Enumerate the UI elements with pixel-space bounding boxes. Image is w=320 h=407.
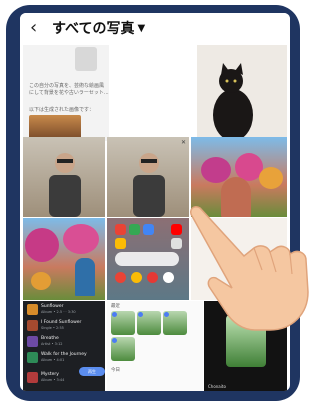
portrait-photo-tile[interactable] bbox=[23, 137, 105, 217]
gallery-header: ‹ すべての写真 ▼ bbox=[20, 13, 290, 43]
play-button[interactable]: 再生 bbox=[79, 367, 105, 376]
cat-photo bbox=[213, 63, 253, 141]
app-icon bbox=[163, 272, 174, 283]
empty-tile bbox=[110, 45, 196, 141]
list-item: Sunflower Album • 2.5 ⋯ 3:30 bbox=[27, 303, 103, 317]
app-icon bbox=[147, 272, 158, 283]
check-icon bbox=[112, 338, 117, 343]
generated-image-preview bbox=[29, 115, 81, 139]
flower-painting-tile[interactable] bbox=[23, 218, 105, 300]
close-icon[interactable]: ✕ bbox=[181, 139, 186, 146]
chat-text-line: 以下は生成された画像です： bbox=[29, 107, 95, 113]
homescreen-screenshot-tile[interactable] bbox=[107, 218, 189, 300]
flower-cluster bbox=[31, 272, 51, 290]
app-icon bbox=[115, 224, 126, 235]
music-screenshot-tile[interactable]: Sunflower Album • 2.5 ⋯ 3:30 I Found Sun… bbox=[23, 301, 105, 391]
list-item: I Found Sunflower Single • 2:55 bbox=[27, 319, 103, 333]
video-caption: Chonaito bbox=[208, 384, 226, 389]
caret-down-icon[interactable]: ▼ bbox=[137, 23, 145, 34]
app-icon bbox=[115, 272, 126, 283]
picker-section-label: 最近 bbox=[111, 304, 120, 309]
chrome-icon bbox=[131, 272, 142, 283]
album-title[interactable]: すべての写真 bbox=[52, 18, 134, 38]
check-icon bbox=[112, 312, 117, 317]
flower-cluster bbox=[63, 224, 99, 254]
check-icon bbox=[164, 312, 169, 317]
chat-screenshot-tile[interactable]: この自分の写真を、芸術な絵画風 にして背景を花や古いラーセット... 以下は生成… bbox=[23, 45, 109, 141]
person-photo bbox=[49, 153, 81, 217]
chat-text-line: この自分の写真を、芸術な絵画風 bbox=[29, 83, 105, 89]
list-item: Breathe Artist • 3:12 bbox=[27, 335, 103, 349]
pointing-hand-icon bbox=[189, 205, 309, 331]
portrait-photo-tile[interactable]: ✕ bbox=[107, 137, 189, 217]
search-bar bbox=[115, 252, 179, 266]
chat-text-line: にして背景を花や古いラーセット... bbox=[29, 90, 109, 96]
youtube-icon bbox=[171, 224, 182, 235]
blue-door bbox=[75, 258, 95, 296]
thumbnail-image bbox=[75, 47, 97, 71]
person-photo bbox=[133, 153, 165, 217]
check-icon bbox=[138, 312, 143, 317]
flower-cluster bbox=[259, 167, 283, 189]
back-chevron-icon[interactable]: ‹ bbox=[30, 19, 48, 37]
list-item: Walk for the Journey Album • 4:01 bbox=[27, 351, 103, 365]
cat-photo-tile[interactable] bbox=[197, 45, 287, 141]
app-icon bbox=[171, 238, 182, 249]
flower-cluster bbox=[25, 228, 59, 262]
app-icon bbox=[129, 224, 140, 235]
picker-section-label: 今日 bbox=[111, 368, 120, 373]
app-icon bbox=[115, 238, 126, 249]
app-icon bbox=[143, 224, 154, 235]
